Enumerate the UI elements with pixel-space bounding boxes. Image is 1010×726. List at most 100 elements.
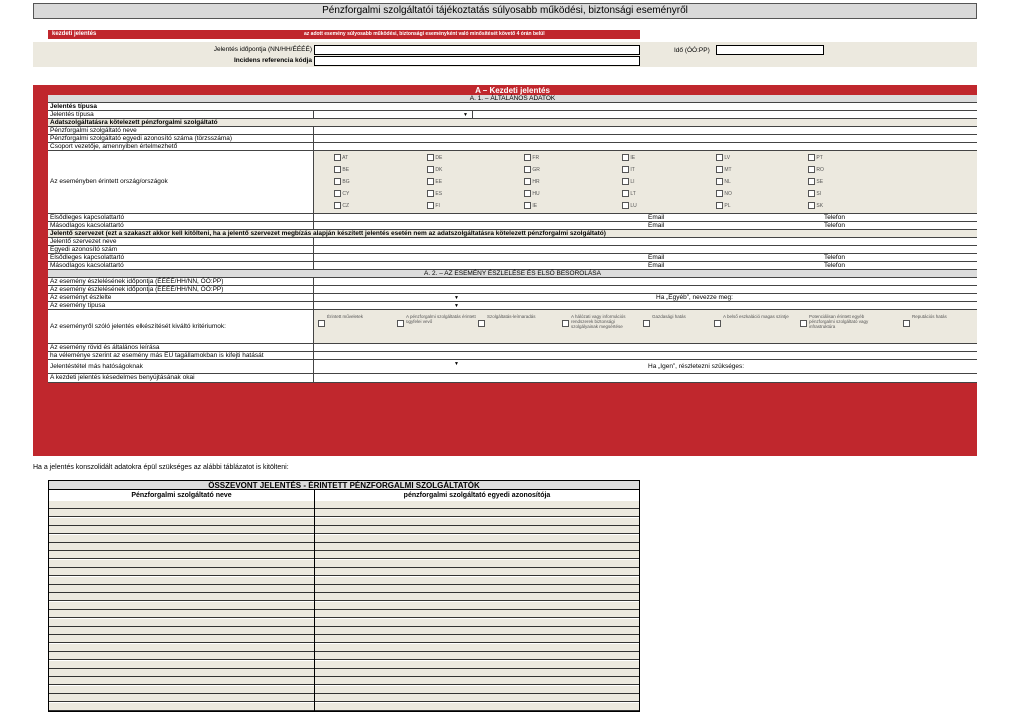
country-checkbox-hr[interactable]: HR bbox=[524, 178, 540, 185]
country-checkbox-cy[interactable]: CY bbox=[334, 190, 349, 197]
table-row[interactable] bbox=[49, 593, 639, 602]
table-row[interactable] bbox=[49, 601, 639, 610]
criteria-checkbox-7[interactable]: Potenciálisan érintett egyéb pénzforgalm… bbox=[800, 314, 880, 329]
country-checkbox-ee[interactable]: EE bbox=[427, 178, 442, 185]
country-checkbox-lu[interactable]: LU bbox=[622, 202, 637, 209]
country-checkbox-fi[interactable]: FI bbox=[427, 202, 440, 209]
table-row[interactable] bbox=[49, 501, 639, 509]
detected-by-row[interactable]: Az eseményt észlelte ▼ Ha „Egyéb”, nevez… bbox=[48, 294, 977, 302]
table-row[interactable] bbox=[49, 559, 639, 568]
table-row[interactable] bbox=[49, 509, 639, 518]
unique-id-row[interactable]: Egyedi azonosító szám bbox=[48, 246, 977, 254]
reporting-entity-head: Jelentő szervezet (ezt a szakaszt akkor … bbox=[48, 230, 977, 238]
report-type-select[interactable]: ▼ bbox=[313, 111, 473, 118]
table-row[interactable] bbox=[49, 610, 639, 619]
event-type-select[interactable]: ▼ bbox=[313, 302, 463, 309]
country-checkbox-hu[interactable]: HU bbox=[524, 190, 540, 197]
report-type-head: Jelentés típusa bbox=[48, 103, 977, 111]
criteria-row: Az eseményről szóló jelentés elkészítésé… bbox=[48, 310, 977, 344]
section-a-title: A – Kezdeti jelentés bbox=[48, 86, 977, 95]
detected-by-select[interactable]: ▼ bbox=[313, 294, 463, 301]
country-checkbox-pt[interactable]: PT bbox=[808, 154, 823, 161]
table-row[interactable] bbox=[49, 660, 639, 669]
table-row[interactable] bbox=[49, 685, 639, 694]
table-row[interactable] bbox=[49, 652, 639, 661]
criteria-checkbox-2[interactable]: A pénzforgalmi szolgáltatás érintett ügy… bbox=[397, 314, 477, 327]
country-checkbox-mt[interactable]: MT bbox=[716, 166, 732, 173]
criteria-checkbox-5[interactable]: Gazdasági hatás bbox=[643, 314, 723, 327]
criteria-checkbox-8[interactable]: Reputációs hatás bbox=[903, 314, 983, 327]
criteria-checkbox-3[interactable]: Szolgáltatás-leírnaradás bbox=[478, 314, 558, 327]
consolidated-table-title: ÖSSZEVONT JELENTÉS - ÉRINTETT PÉNZFORGAL… bbox=[49, 481, 639, 490]
table-row[interactable] bbox=[49, 551, 639, 560]
country-checkbox-dk[interactable]: DK bbox=[427, 166, 442, 173]
table-row[interactable] bbox=[49, 643, 639, 652]
other-authorities-select[interactable]: ▼ bbox=[313, 360, 463, 373]
table-row[interactable] bbox=[49, 677, 639, 686]
delay-reasons-row[interactable]: A kezdeti jelentés késedelmes benyújtásá… bbox=[48, 374, 977, 383]
event-type-row[interactable]: Az esemény típusa ▼ bbox=[48, 302, 977, 310]
other-authorities-row[interactable]: Jelentéstétel más hatóságoknak ▼ Ha „Ige… bbox=[48, 360, 977, 374]
countries-grid: AT DE FR IE LV PT BE DK GR IT MT RO BG E… bbox=[313, 151, 977, 213]
provider-name-row[interactable]: Pénzforgalmi szolgáltató neve bbox=[48, 127, 977, 135]
criteria-checkbox-6[interactable]: A belső eszkaláció magas szintje bbox=[714, 314, 794, 327]
country-checkbox-es[interactable]: ES bbox=[427, 190, 442, 197]
country-checkbox-ie[interactable]: IE bbox=[622, 154, 635, 161]
table-row[interactable] bbox=[49, 618, 639, 627]
country-checkbox-ro[interactable]: RO bbox=[808, 166, 824, 173]
country-checkbox-pl[interactable]: PL bbox=[716, 202, 731, 209]
table-row[interactable] bbox=[49, 568, 639, 577]
country-checkbox-cz[interactable]: CZ bbox=[334, 202, 349, 209]
dropdown-arrow-icon: ▼ bbox=[454, 303, 459, 309]
report-type-bar: kezdeti jelentés az adott esemény súlyos… bbox=[48, 30, 640, 39]
detect-time1-row[interactable]: Az esemény észlelésének időpontja (ÉÉÉÉ/… bbox=[48, 278, 977, 286]
reporting-entity-name-row[interactable]: Jelentő szervezet neve bbox=[48, 238, 977, 246]
table-row[interactable] bbox=[49, 534, 639, 543]
table-row[interactable] bbox=[49, 526, 639, 535]
country-checkbox-at[interactable]: AT bbox=[334, 154, 348, 161]
table-row[interactable] bbox=[49, 585, 639, 593]
country-checkbox-bg[interactable]: BG bbox=[334, 178, 350, 185]
table-row[interactable] bbox=[49, 694, 639, 703]
dropdown-arrow-icon: ▼ bbox=[463, 112, 468, 118]
primary-contact2-row[interactable]: Elsődleges kapcsolattartó Email Telefon bbox=[48, 254, 977, 262]
report-date-field[interactable] bbox=[314, 45, 640, 55]
section-a2-header: A. 2. – AZ ESEMÉNY ÉSZLELÉSE ÉS ELSŐ BES… bbox=[48, 270, 977, 278]
dropdown-arrow-icon: ▼ bbox=[454, 295, 459, 301]
consolidated-note: Ha a jelentés konszolidált adatokra épül… bbox=[33, 464, 289, 471]
table-row[interactable] bbox=[49, 517, 639, 526]
table-row[interactable] bbox=[49, 669, 639, 677]
secondary-contact2-row[interactable]: Másodlagos kacsolattartó Email Telefon bbox=[48, 262, 977, 270]
secondary-contact-row[interactable]: Másodlagos kacsolattartó Email Telefon bbox=[48, 222, 977, 230]
country-checkbox-se[interactable]: SE bbox=[808, 178, 823, 185]
incident-ref-field[interactable] bbox=[314, 56, 640, 66]
country-checkbox-de[interactable]: DE bbox=[427, 154, 442, 161]
provider-id-row[interactable]: Pénzforgalmi szolgáltató egyedi azonosít… bbox=[48, 135, 977, 143]
country-checkbox-nl[interactable]: NL bbox=[716, 178, 731, 185]
group-leader-row[interactable]: Csoport vezetője, amennyiben értelmezhet… bbox=[48, 143, 977, 151]
detect-time2-row[interactable]: Az esemény észlelésének időpontja (ÉÉÉÉ/… bbox=[48, 286, 977, 294]
criteria-checkbox-4[interactable]: A hálózati vagy információs rendszerek b… bbox=[562, 314, 642, 329]
primary-contact-row[interactable]: Elsődleges kapcsolattartó Email Telefon bbox=[48, 214, 977, 222]
country-checkbox-lv[interactable]: LV bbox=[716, 154, 730, 161]
time-field[interactable] bbox=[716, 45, 824, 55]
country-checkbox-gr[interactable]: GR bbox=[524, 166, 540, 173]
table-row[interactable] bbox=[49, 576, 639, 585]
short-desc-row[interactable]: Az esemény rövid és általános leírása bbox=[48, 344, 977, 352]
table-row[interactable] bbox=[49, 702, 639, 711]
country-checkbox-lt[interactable]: LT bbox=[622, 190, 636, 197]
table-row[interactable] bbox=[49, 543, 639, 551]
table-row[interactable] bbox=[49, 627, 639, 635]
time-label: Idő (ÓÓ:PP) bbox=[674, 47, 710, 54]
country-checkbox-si[interactable]: SI bbox=[808, 190, 821, 197]
country-checkbox-fr[interactable]: FR bbox=[524, 154, 539, 161]
country-checkbox-li[interactable]: LI bbox=[622, 178, 635, 185]
country-checkbox-it[interactable]: IT bbox=[622, 166, 635, 173]
country-checkbox-be[interactable]: BE bbox=[334, 166, 349, 173]
table-row[interactable] bbox=[49, 635, 639, 644]
other-states-row[interactable]: ha véleménye szerint az esemény más EU t… bbox=[48, 352, 977, 360]
country-checkbox-sk[interactable]: SK bbox=[808, 202, 823, 209]
country-checkbox-ie[interactable]: IE bbox=[524, 202, 537, 209]
criteria-checkbox-1[interactable]: Érintett műveletek bbox=[318, 314, 398, 327]
country-checkbox-no[interactable]: NO bbox=[716, 190, 732, 197]
